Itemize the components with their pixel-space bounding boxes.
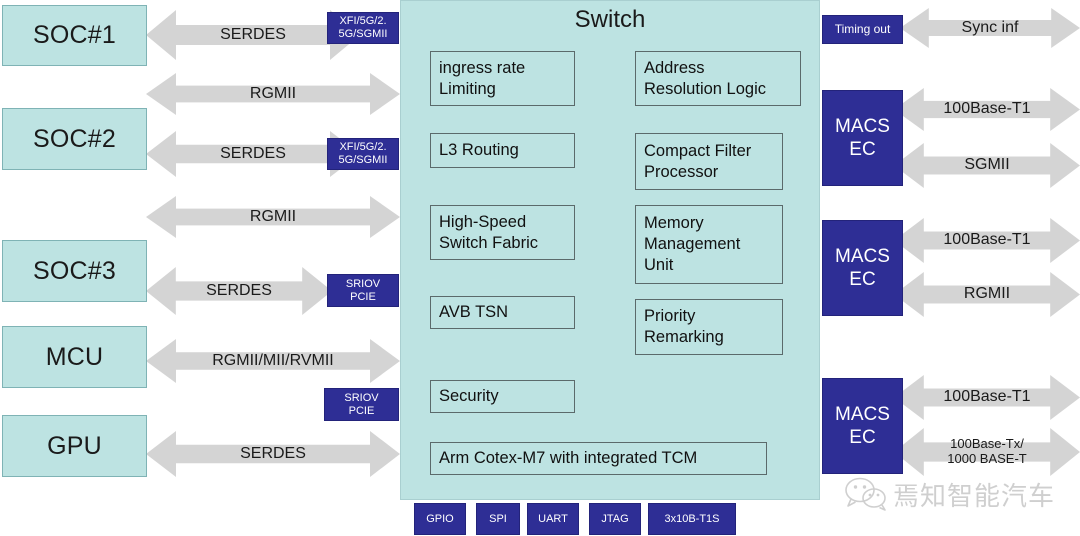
link-label: SERDES (220, 144, 286, 162)
switch-function-security: Security (430, 380, 575, 413)
link-arrow-serdes: SERDES (146, 267, 332, 315)
link-label: 100Base-T1 (943, 100, 1031, 117)
link-label: 100Base-T1 (943, 388, 1031, 405)
link-arrow-100base-tx-1000-base-t: 100Base-Tx/ 1000 BASE-T (894, 428, 1080, 476)
switch-function-compact-filter-processor: Compact Filter Processor (635, 133, 783, 190)
link-arrow-sgmii: SGMII (894, 143, 1080, 188)
phy-chip-macs-ec: MACS EC (822, 220, 903, 316)
switch-function-high-speed-switch-fabric: High-Speed Switch Fabric (430, 205, 575, 260)
host-block-mcu: MCU (2, 326, 147, 388)
link-label: 100Base-Tx/ 1000 BASE-T (947, 436, 1027, 466)
switch-function-arm-cotex-m7-with-integrated-tcm: Arm Cotex-M7 with integrated TCM (430, 442, 767, 475)
link-arrow-100base-t1: 100Base-T1 (894, 218, 1080, 263)
switch-title: Switch (574, 6, 646, 33)
port-chip-jtag: JTAG (589, 503, 641, 535)
link-label: RGMII (963, 285, 1011, 302)
link-label: RGMII (249, 84, 297, 102)
watermark-text: 焉知智能汽车 (893, 481, 1056, 512)
phy-chip-sriov-pcie: SRIOV PCIE (327, 274, 399, 307)
port-chip-gpio: GPIO (414, 503, 466, 535)
link-arrow-serdes: SERDES (146, 431, 400, 477)
phy-chip-xfi-5g-2-5g-sgmii: XFI/5G/2. 5G/SGMII (327, 138, 399, 170)
host-block-soc-3: SOC#3 (2, 240, 147, 302)
port-chip-uart: UART (527, 503, 579, 535)
phy-chip-sriov-pcie: SRIOV PCIE (324, 388, 399, 421)
link-label: SERDES (206, 281, 272, 299)
link-label: RGMII/MII/RVMII (212, 351, 334, 369)
phy-chip-macs-ec: MACS EC (822, 378, 903, 474)
switch-function-address-resolution-logic: Address Resolution Logic (635, 51, 801, 106)
switch-function-memory-management-unit: Memory Management Unit (635, 205, 783, 284)
link-arrow-100base-t1: 100Base-T1 (894, 88, 1080, 131)
link-label: 100Base-T1 (943, 231, 1031, 248)
diagram-canvas: Switch SERDES RGMII SERDES RGMII SERDES RGMII… (0, 0, 1080, 536)
link-label: SERDES (240, 444, 306, 462)
port-chip-3x10b-t1s: 3x10B-T1S (648, 503, 736, 535)
wechat-icon (845, 477, 886, 511)
phy-chip-xfi-5g-2-5g-sgmii: XFI/5G/2. 5G/SGMII (327, 12, 399, 44)
link-label: Sync inf (961, 18, 1019, 36)
switch-function-avb-tsn: AVB TSN (430, 296, 575, 329)
link-arrow-rgmii: RGMII (146, 196, 400, 238)
link-label: SERDES (220, 25, 286, 43)
link-arrow-sync-inf: Sync inf (900, 8, 1080, 48)
host-block-soc-2: SOC#2 (2, 108, 147, 170)
link-arrow-rgmii: RGMII (146, 73, 400, 115)
port-chip-spi: SPI (476, 503, 520, 535)
phy-chip-timing-out: Timing out (822, 15, 903, 44)
host-block-soc-1: SOC#1 (2, 5, 147, 66)
host-block-gpu: GPU (2, 415, 147, 477)
switch-function-l3-routing: L3 Routing (430, 133, 575, 168)
link-label: RGMII (249, 207, 297, 225)
switch-function-ingress-rate-limiting: ingress rate Limiting (430, 51, 575, 106)
link-arrow-rgmii: RGMII (894, 272, 1080, 317)
link-label: SGMII (964, 156, 1010, 173)
switch-function-priority-remarking: Priority Remarking (635, 299, 783, 355)
link-arrow-100base-t1: 100Base-T1 (894, 375, 1080, 420)
watermark: 焉知智能汽车 (845, 470, 1080, 518)
link-arrow-rgmii-mii-rvmii: RGMII/MII/RVMII (146, 339, 400, 383)
phy-chip-macs-ec: MACS EC (822, 90, 903, 186)
